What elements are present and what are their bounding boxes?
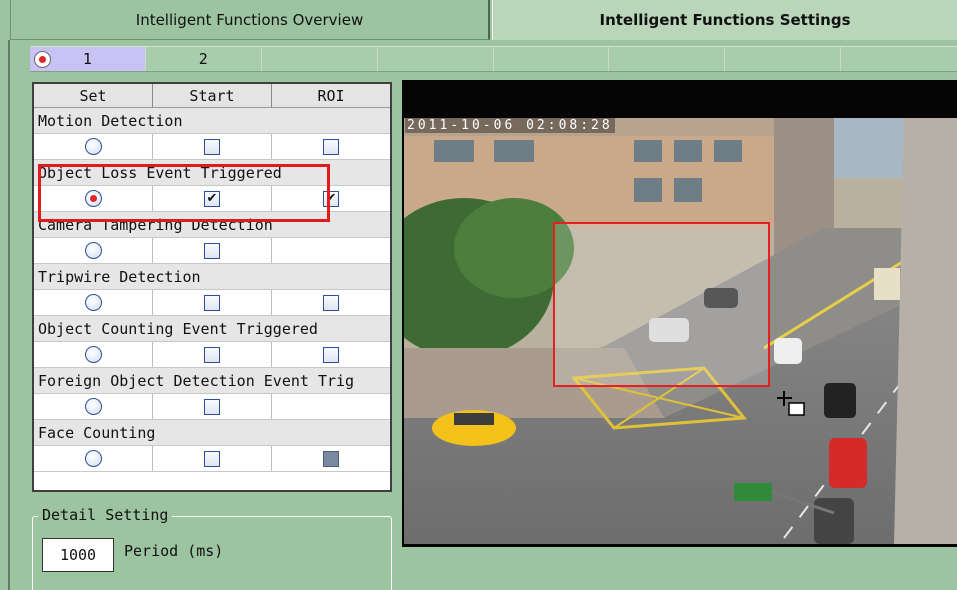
channel-label: 2 — [198, 50, 208, 68]
table-header: Set Start ROI — [34, 84, 390, 108]
function-name: Tripwire Detection — [34, 264, 390, 290]
start-cell — [153, 290, 272, 315]
set-radio[interactable] — [84, 190, 102, 207]
start-cell — [153, 446, 272, 471]
set-cell — [34, 342, 153, 367]
function-name: Object Loss Event Triggered — [34, 160, 390, 186]
period-label: Period (ms) — [124, 542, 224, 560]
roi-region-box[interactable] — [553, 222, 770, 387]
roi-checkbox[interactable] — [323, 294, 339, 311]
roi-cell — [272, 394, 390, 419]
set-radio[interactable] — [84, 242, 102, 259]
function-controls-row — [34, 134, 390, 160]
roi-cell: ✔ — [272, 186, 390, 211]
set-radio[interactable] — [84, 294, 102, 311]
start-cell — [153, 394, 272, 419]
function-name: Face Counting — [34, 420, 390, 446]
header-roi: ROI — [317, 86, 345, 105]
function-controls-row — [34, 290, 390, 316]
channel-tab-empty — [609, 47, 726, 71]
video-timestamp: 2011-10-06 02:08:28 — [405, 118, 615, 133]
function-rows: Motion Detection Object Loss Event Trigge… — [34, 108, 390, 472]
channel-tab-1[interactable]: 1 — [30, 47, 146, 71]
set-radio[interactable] — [84, 450, 102, 467]
channel-tab-empty — [262, 47, 378, 71]
channel-tab-2[interactable]: 2 — [146, 47, 262, 71]
start-checkbox[interactable] — [204, 398, 220, 415]
set-cell — [34, 394, 153, 419]
channel-label: 1 — [82, 50, 92, 68]
function-name: Foreign Object Detection Event Trig — [34, 368, 390, 394]
start-cell — [153, 238, 272, 263]
tab-overview-label: Intelligent Functions Overview — [135, 10, 364, 29]
roi-checkbox[interactable] — [323, 138, 339, 155]
channel-bar: 1 2 — [30, 46, 957, 72]
function-name: Motion Detection — [34, 108, 390, 134]
function-controls-row — [34, 342, 390, 368]
tab-settings[interactable]: Intelligent Functions Settings — [492, 0, 957, 40]
channel-tab-empty — [378, 47, 494, 71]
start-checkbox[interactable] — [204, 242, 220, 259]
set-radio[interactable] — [84, 398, 102, 415]
start-cell — [153, 134, 272, 159]
start-checkbox[interactable]: ✔ — [204, 190, 220, 207]
start-checkbox[interactable] — [204, 346, 220, 363]
roi-cell — [272, 134, 390, 159]
roi-checkbox[interactable]: ✔ — [323, 190, 339, 207]
tab-settings-label: Intelligent Functions Settings — [599, 11, 851, 29]
channel-tab-empty — [494, 47, 610, 71]
roi-checkbox — [323, 450, 339, 467]
crosshair-cursor-icon — [777, 391, 805, 416]
start-cell — [153, 342, 272, 367]
period-input[interactable]: 1000 — [42, 538, 114, 572]
roi-cell — [272, 238, 390, 263]
function-controls-row — [34, 394, 390, 420]
start-checkbox[interactable] — [204, 450, 220, 467]
header-start: Start — [153, 84, 272, 107]
channel-tab-empty — [841, 47, 957, 71]
roi-cell — [272, 446, 390, 471]
roi-cell — [272, 342, 390, 367]
function-controls-row — [34, 446, 390, 472]
roi-checkbox[interactable] — [323, 346, 339, 363]
tab-overview[interactable]: Intelligent Functions Overview — [10, 0, 490, 40]
channel-radio-icon[interactable] — [34, 51, 51, 68]
header-set: Set — [34, 84, 153, 107]
start-checkbox[interactable] — [204, 138, 220, 155]
panel-frame — [8, 40, 10, 590]
intelligent-functions-table: Set Start ROI Motion Detection Object Los… — [32, 82, 392, 492]
function-controls-row: ✔ ✔ — [34, 186, 390, 212]
function-controls-row — [34, 238, 390, 264]
set-cell — [34, 290, 153, 315]
set-cell — [34, 186, 153, 211]
channel-tab-empty — [725, 47, 842, 71]
start-cell: ✔ — [153, 186, 272, 211]
set-cell — [34, 446, 153, 471]
set-cell — [34, 134, 153, 159]
detail-setting-legend: Detail Setting — [38, 506, 173, 524]
roi-cell — [272, 290, 390, 315]
start-checkbox[interactable] — [204, 294, 220, 311]
set-radio[interactable] — [84, 138, 102, 155]
function-name: Camera Tampering Detection — [34, 212, 390, 238]
set-radio[interactable] — [84, 346, 102, 363]
set-cell — [34, 238, 153, 263]
function-name: Object Counting Event Triggered — [34, 316, 390, 342]
